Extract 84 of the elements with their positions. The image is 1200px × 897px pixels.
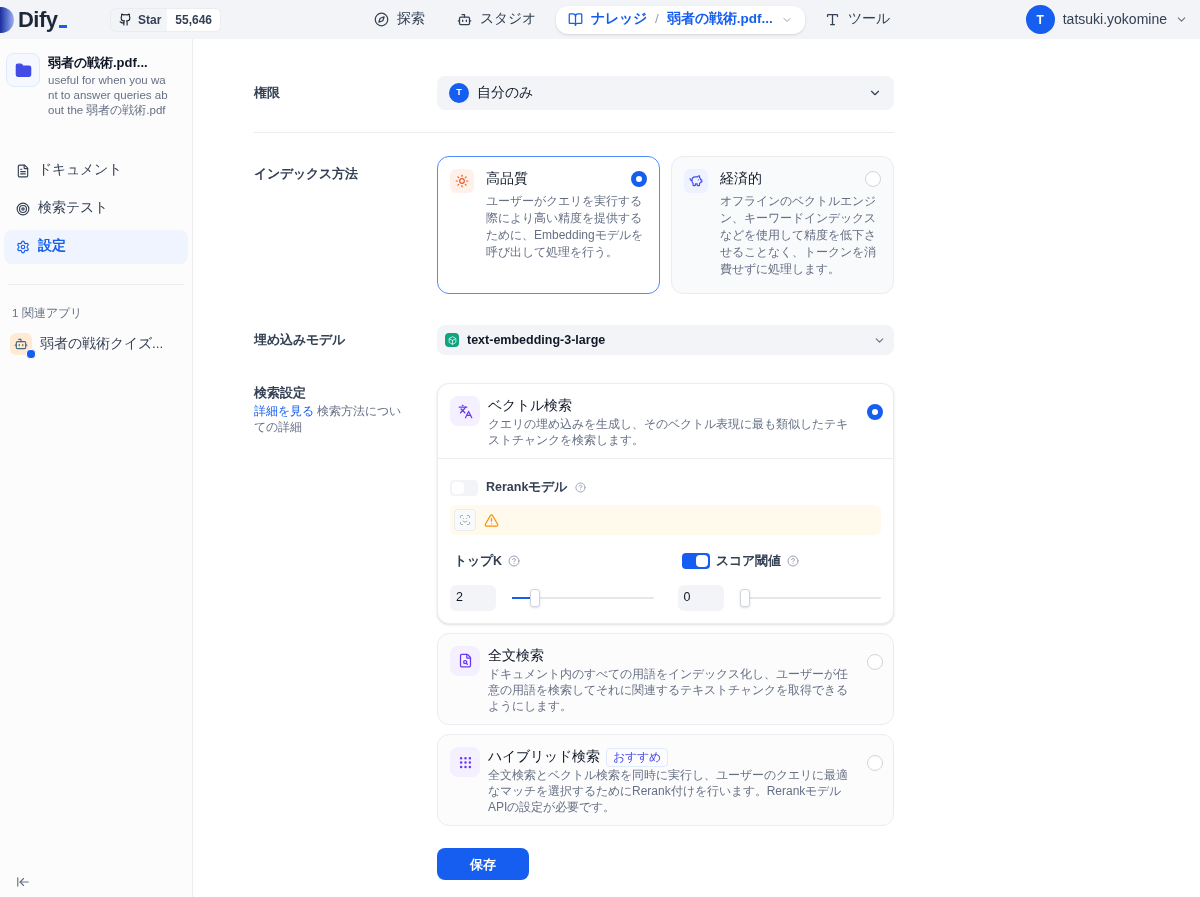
nav-label: ツール: [847, 10, 890, 29]
warning-icon: [484, 512, 499, 528]
method-title: ベクトル検索: [488, 397, 572, 415]
folder-icon: [6, 53, 40, 87]
retrieval-method-card[interactable]: 全文検索 ドキュメント内のすべての用語をインデックス化し、ユーザーが任意の用語を検索してそれに関連するテキストチャンクを取得できるようにします。: [437, 632, 894, 725]
retrieval-method-card[interactable]: ハイブリッド検索 おすすめ 全文検索とベクトル検索を同時に実行し、ユーザーのクエリに最適なマッチを選択するためにRerank付けを行います。RerankモデルAPIの設定が必要です。: [437, 734, 894, 827]
radio-button[interactable]: [867, 404, 883, 420]
method-title: 全文検索: [488, 646, 544, 665]
member-avatar: T: [449, 83, 469, 103]
github-icon: [119, 13, 132, 26]
nav-label: スタジオ: [480, 10, 536, 29]
parameter-label: トップK: [454, 553, 503, 570]
option-title: 高品質: [486, 170, 528, 188]
retrieval-help-text: 詳細を見る 検索方法についての詳細: [254, 403, 403, 435]
logo-text: Dify: [18, 6, 58, 34]
sidebar-item[interactable]: ドキュメント: [4, 153, 188, 188]
toggle-switch[interactable]: [681, 553, 710, 570]
model-placeholder-icon: [454, 509, 476, 531]
method-description: ドキュメント内のすべての用語をインデックス化し、ユーザーが任意の用語を検索してそれに関連するテキストチャンクを取得できるようにします。: [488, 666, 849, 714]
field-label: 権限: [254, 84, 281, 103]
option-description: オフラインのベクトルエンジン、キーワードインデックスなどを使用して精度を低下させることなく、トークンを消費せずに処理します。: [720, 193, 877, 279]
permission-select[interactable]: T 自分のみ: [437, 76, 894, 110]
method-description: 全文検索とベクトル検索を同時に実行し、ユーザーのクエリに最適なマッチを選択するためにRerank付けを行います。RerankモデルAPIの設定が必要です。: [488, 767, 849, 816]
radio-button[interactable]: [631, 171, 647, 188]
related-apps-title: 1 関連アプリ: [11, 305, 83, 321]
field-label: インデックス方法: [254, 165, 359, 183]
help-icon: [575, 482, 587, 494]
index-method-card[interactable]: 高品質 ユーザーがクエリを実行する際により高い精度を提供するために、Embeddingモデルを呼び出して処理を行う。: [437, 156, 660, 294]
field-label: 埋め込みモデル: [254, 331, 346, 350]
nav-label: 探索: [397, 10, 425, 29]
nav-link[interactable]: スタジオ: [445, 5, 548, 34]
logo-icon: [0, 6, 14, 33]
rerank-label: Rerankモデル: [486, 479, 568, 497]
nav-label: ナレッジ: [591, 10, 647, 29]
target-icon: [16, 201, 30, 216]
number-input[interactable]: 0: [677, 584, 724, 611]
retrieval-method-card[interactable]: ベクトル検索 クエリの埋め込みを生成し、そのベクトル表現に最も類似したテキストチャンクを検索します。 Rerankモデル トップK 2 スコア閾値 0: [437, 383, 894, 624]
text-tool-icon: [824, 12, 840, 27]
dataset-name: 弱者の戦術.pdf...: [48, 54, 149, 72]
field-label: 検索設定: [254, 384, 307, 402]
nav-dataset-name: 弱者の戦術.pdf...: [666, 10, 773, 29]
document-icon: [16, 163, 30, 178]
option-title: 経済的: [720, 170, 762, 188]
logo-cursor-mark: [59, 25, 68, 28]
compass-icon: [374, 12, 389, 27]
sidebar-item[interactable]: 検索テスト: [4, 191, 188, 226]
robot-icon: [457, 12, 472, 27]
model-provider-icon: [445, 333, 459, 347]
help-icon: [508, 555, 521, 568]
github-star-widget[interactable]: Star 55,646: [110, 7, 222, 32]
slider[interactable]: [512, 588, 654, 607]
embedding-model-select[interactable]: text-embedding-3-large: [437, 325, 894, 355]
book-icon: [568, 12, 583, 27]
method-title: ハイブリッド検索: [488, 748, 600, 766]
breadcrumb-separator: /: [655, 10, 659, 29]
method-description: クエリの埋め込みを生成し、そのベクトル表現に最も類似したテキストチャンクを検索します。: [488, 416, 849, 449]
nav-breadcrumb[interactable]: ナレッジ / 弱者の戦術.pdf...: [556, 5, 805, 34]
dataset-description: useful for when you want to answer queries about the 弱者の戦術.pdf: [48, 72, 169, 118]
learn-more-link[interactable]: 詳細を見る: [254, 404, 314, 417]
parameter-label: スコア閾値: [715, 553, 781, 570]
recommended-tag: おすすめ: [606, 747, 668, 767]
sidebar-item[interactable]: 設定: [4, 229, 188, 264]
settings-icon: [16, 239, 30, 254]
save-button[interactable]: 保存: [437, 848, 529, 881]
number-input[interactable]: 2: [450, 584, 496, 611]
related-app-name: 弱者の戦術クイズ...: [40, 334, 164, 353]
piggy-bank-icon: [684, 169, 708, 193]
user-name[interactable]: tatsuki.yokomine: [1062, 9, 1167, 30]
help-icon: [786, 555, 799, 568]
model-name: text-embedding-3-large: [467, 331, 606, 349]
grid-icon: [450, 747, 480, 777]
nav-link[interactable]: ツール: [812, 5, 902, 34]
star-label: Star: [137, 11, 163, 29]
related-app-item[interactable]: 弱者の戦術クイズ...: [8, 329, 184, 358]
sun-icon: [450, 169, 474, 193]
option-description: ユーザーがクエリを実行する際により高い精度を提供するために、Embeddingモデルを呼び出して処理を行う。: [486, 193, 644, 262]
star-count: 55,646: [167, 8, 221, 31]
slider[interactable]: [739, 588, 881, 607]
nav-link[interactable]: 探索: [362, 5, 437, 34]
user-avatar[interactable]: T: [1025, 5, 1055, 34]
index-method-card[interactable]: 経済的 オフラインのベクトルエンジン、キーワードインデックスなどを使用して精度を低下させることなく、トークンを消費せずに処理します。: [671, 156, 894, 294]
document-search-icon: [450, 645, 480, 676]
permission-value: 自分のみ: [477, 83, 533, 102]
translate-icon: [450, 396, 480, 426]
